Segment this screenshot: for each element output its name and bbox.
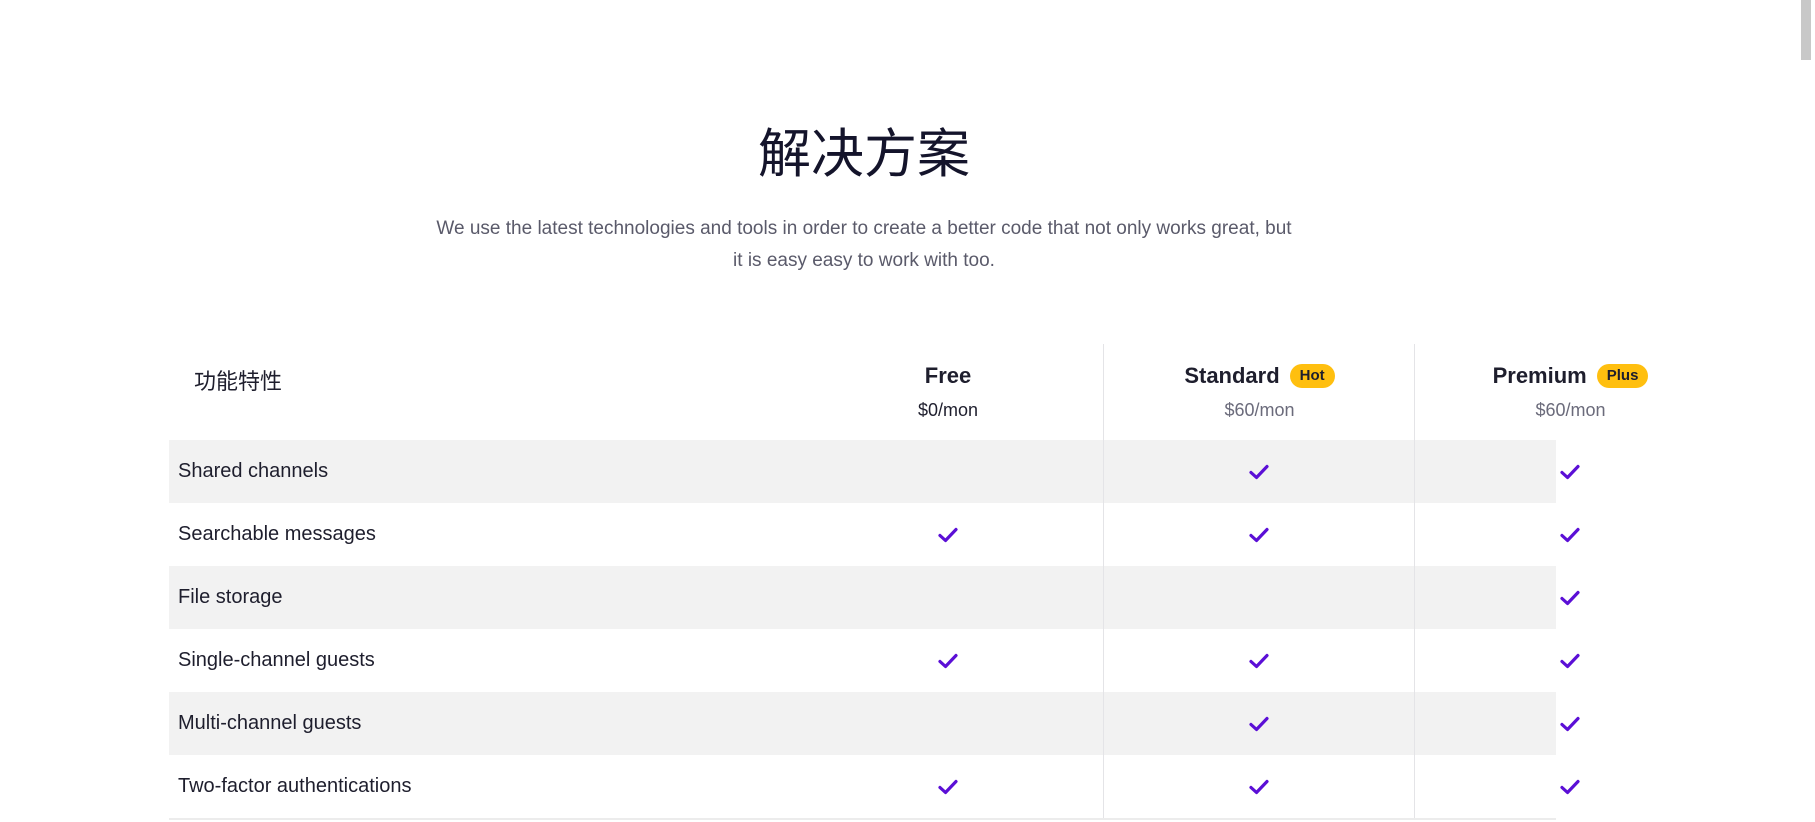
check-icon — [1560, 464, 1580, 480]
pricing-comparison-table: 功能特性 Free $0/mon Standard Hot $60/mon Pr… — [169, 344, 1649, 820]
cell-free — [793, 440, 1103, 503]
description-line-1: We use the latest technologies and tools… — [436, 218, 1292, 239]
check-icon — [1249, 716, 1269, 732]
check-icon — [938, 527, 958, 543]
cell-premium — [1414, 629, 1725, 692]
cell-free — [793, 503, 1103, 566]
table-row: Multi-channel guests — [169, 692, 1580, 755]
section-description: We use the latest technologies and tools… — [400, 213, 1328, 277]
feature-label: Single-channel guests — [178, 649, 375, 671]
table-body: Shared channels Searchable messages File s… — [169, 440, 1580, 818]
plan-header-standard: Standard Hot $60/mon — [1103, 344, 1415, 440]
cell-free — [793, 692, 1103, 755]
check-icon — [1249, 653, 1269, 669]
feature-column-header: 功能特性 — [194, 370, 283, 395]
cell-premium — [1414, 692, 1725, 755]
plan-header-premium: Premium Plus $60/mon — [1414, 344, 1726, 440]
plan-name-free: Free — [924, 363, 972, 388]
table-row: Searchable messages — [169, 503, 1580, 566]
plus-badge: Plus — [1596, 364, 1649, 388]
feature-label: Shared channels — [178, 460, 329, 482]
feature-label: Multi-channel guests — [178, 712, 362, 734]
check-icon — [1560, 716, 1580, 732]
table-header-row: 功能特性 Free $0/mon Standard Hot $60/mon Pr… — [169, 344, 1649, 440]
table-row: Two-factor authentications — [169, 755, 1580, 818]
feature-label: Two-factor authentications — [178, 775, 412, 797]
cell-standard — [1103, 440, 1414, 503]
check-icon — [1560, 527, 1580, 543]
cell-standard — [1103, 692, 1414, 755]
cell-standard — [1103, 503, 1414, 566]
cell-premium — [1414, 503, 1725, 566]
cell-free — [793, 566, 1103, 629]
section-title: 解决方案 — [758, 124, 970, 185]
check-icon — [938, 779, 958, 795]
cell-premium — [1414, 566, 1725, 629]
table-row: Shared channels — [169, 440, 1580, 503]
cell-standard — [1103, 629, 1414, 692]
check-icon — [1560, 653, 1580, 669]
check-icon — [1249, 464, 1269, 480]
check-icon — [1560, 779, 1580, 795]
check-icon — [938, 653, 958, 669]
plan-name-premium: Premium — [1492, 363, 1587, 388]
plan-name-standard: Standard — [1184, 363, 1280, 388]
hot-badge: Hot — [1289, 364, 1335, 388]
cell-free — [793, 629, 1103, 692]
plan-price-standard: $60/mon — [1224, 400, 1295, 420]
cell-premium — [1414, 440, 1725, 503]
description-line-2: it is easy easy to work with too. — [733, 250, 995, 271]
check-icon — [1249, 527, 1269, 543]
table-row: Single-channel guests — [169, 629, 1580, 692]
feature-label: Searchable messages — [178, 523, 376, 545]
plan-price-premium: $60/mon — [1535, 400, 1606, 420]
cell-premium — [1414, 755, 1725, 818]
scrollbar-track[interactable] — [1797, 0, 1815, 822]
cell-standard — [1103, 566, 1414, 629]
plan-header-free: Free $0/mon — [793, 344, 1103, 440]
scrollbar-thumb[interactable] — [1801, 0, 1811, 60]
table-bottom-divider — [169, 818, 1556, 820]
check-icon — [1249, 779, 1269, 795]
feature-label: File storage — [178, 586, 283, 608]
check-icon — [1560, 590, 1580, 606]
table-row: File storage — [169, 566, 1580, 629]
cell-free — [793, 755, 1103, 818]
plan-price-free: $0/mon — [917, 400, 979, 420]
cell-standard — [1103, 755, 1414, 818]
